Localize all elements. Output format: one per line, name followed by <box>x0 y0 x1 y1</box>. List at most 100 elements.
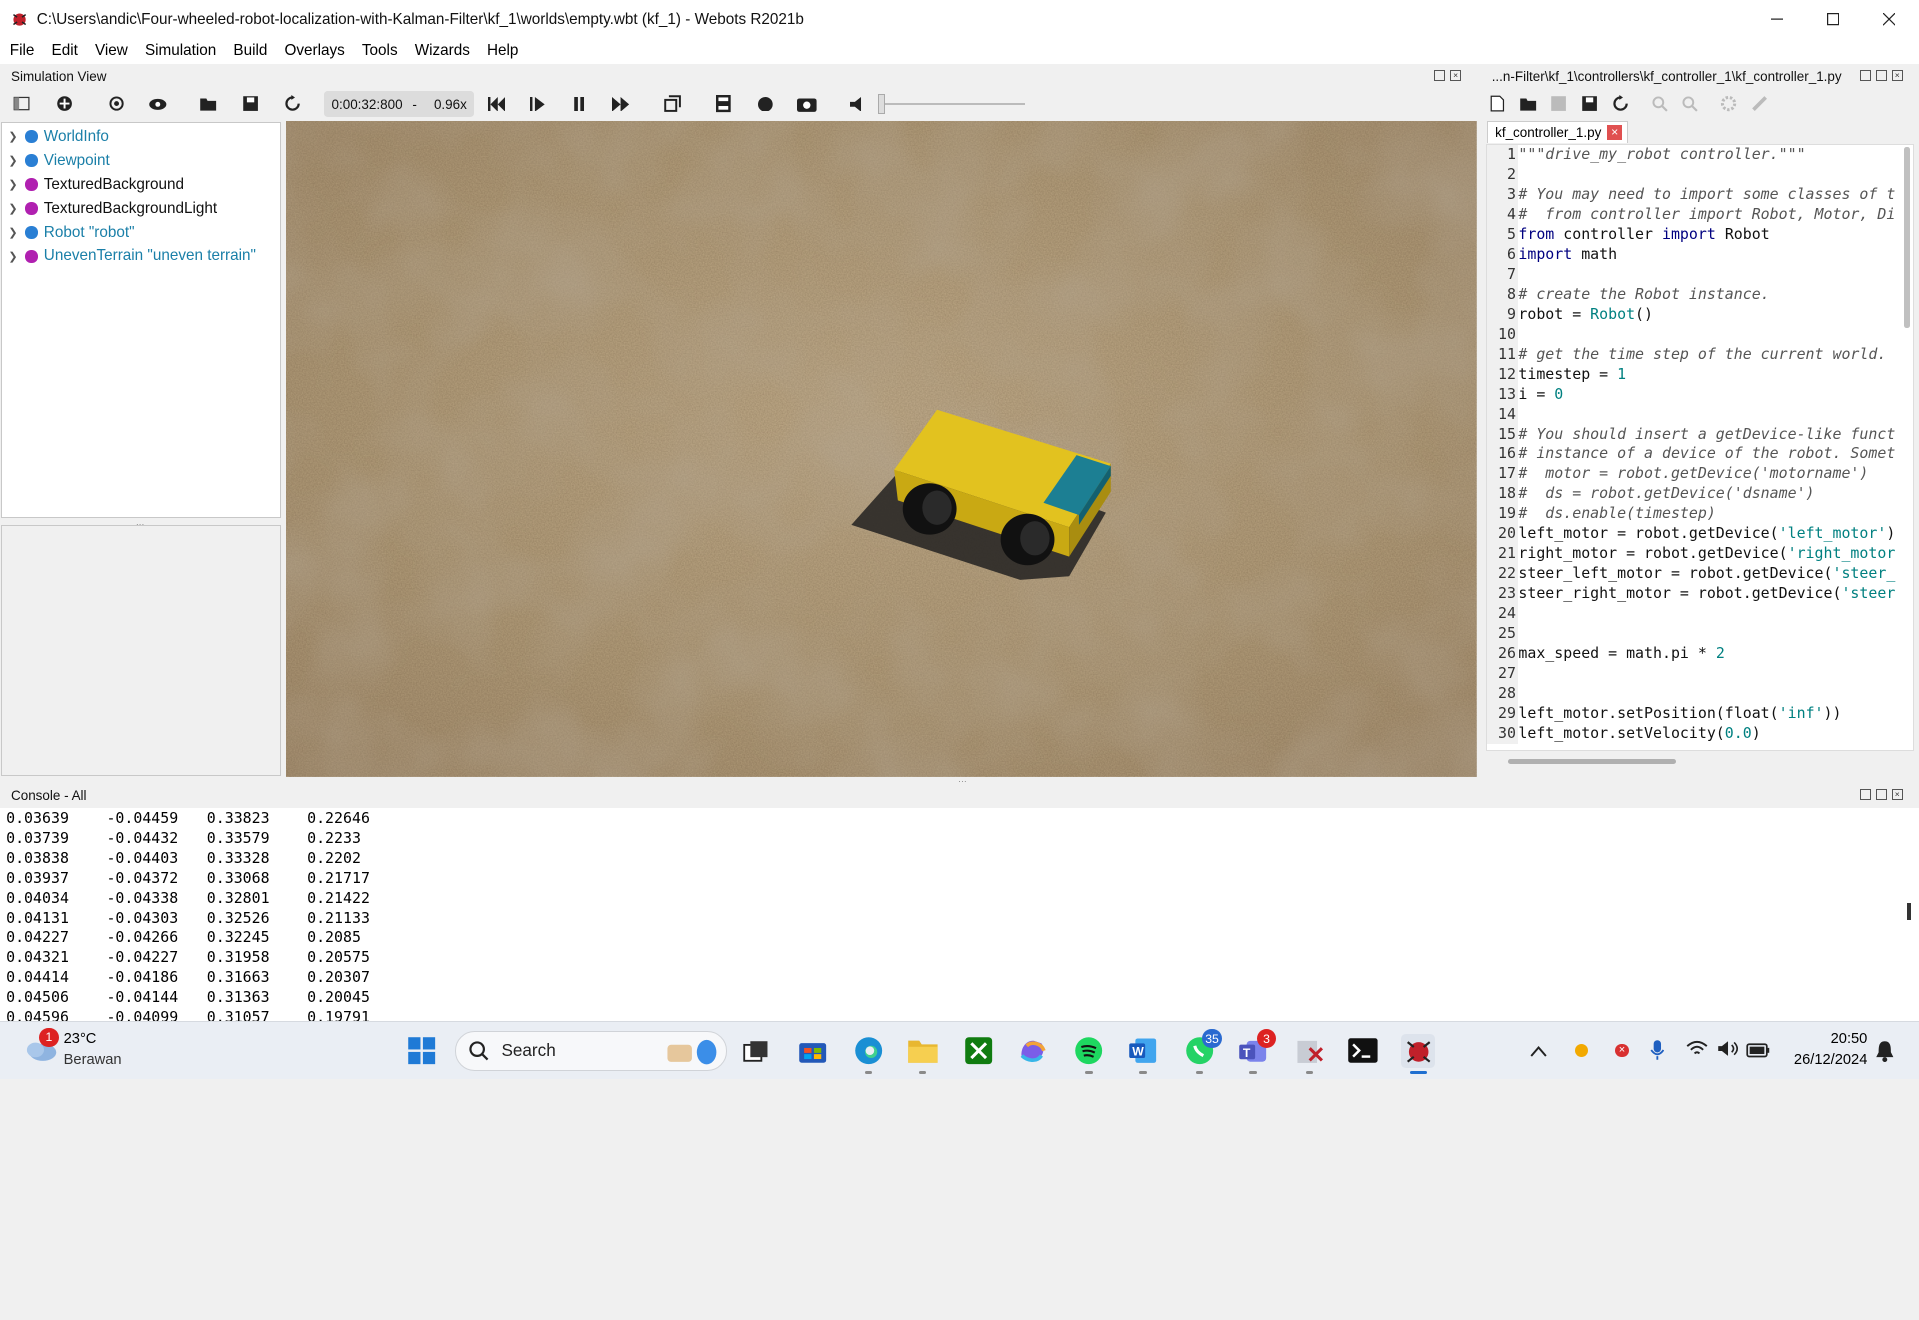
code-line[interactable]: 4 # from controller import Robot, Motor, … <box>1486 205 1913 226</box>
menu-edit[interactable]: Edit <box>42 42 78 60</box>
scene-tree-node[interactable]: ❯ TexturedBackgroundLight <box>2 197 280 221</box>
webots-taskbar-icon[interactable] <box>1401 1033 1436 1075</box>
tab-close-icon[interactable]: × <box>1607 125 1623 140</box>
console-maximize-icon[interactable] <box>1875 789 1887 801</box>
code-line[interactable]: 24 <box>1486 603 1913 624</box>
code-line[interactable]: 13 i = 0 <box>1486 384 1913 405</box>
maximize-button[interactable] <box>1805 0 1861 39</box>
expand-arrow-icon[interactable]: ❯ <box>8 178 20 191</box>
code-line[interactable]: 15 # You should insert a getDevice-like f… <box>1486 424 1913 445</box>
scene-tree-node[interactable]: ❯ WorldInfo <box>2 125 280 149</box>
whatsapp-icon[interactable]: 35 <box>1182 1028 1223 1075</box>
menu-overlays[interactable]: Overlays <box>275 42 345 60</box>
code-line[interactable]: 14 <box>1486 404 1913 425</box>
step-icon[interactable] <box>526 92 550 116</box>
file-explorer-icon[interactable] <box>906 1034 940 1075</box>
film-icon[interactable] <box>712 92 736 116</box>
task-view-icon[interactable] <box>739 1034 773 1068</box>
notification-bell-icon[interactable] <box>1875 1040 1895 1068</box>
editor-float-icon[interactable] <box>1860 69 1872 81</box>
console-output[interactable]: 0.03639 -0.04459 0.33823 0.22646 0.03739 -0.0… <box>0 807 1919 1021</box>
expand-arrow-icon[interactable]: ❯ <box>8 202 20 215</box>
splitter-handle-bottom[interactable]: ··· <box>958 776 967 786</box>
code-line[interactable]: 6 import math <box>1486 245 1913 266</box>
snipping-tool-icon[interactable] <box>1292 1034 1326 1075</box>
code-line[interactable]: 29 left_motor.setPosition(float('inf')) <box>1486 703 1913 724</box>
code-line[interactable]: 16 # instance of a device of the robot. S… <box>1486 444 1913 465</box>
console-scrollbar[interactable] <box>1906 903 1912 921</box>
reset-view-icon[interactable] <box>104 92 128 116</box>
console-dock-buttons[interactable]: × <box>1860 789 1903 801</box>
code-line[interactable]: 25 <box>1486 623 1913 644</box>
code-line[interactable]: 21 right_motor = robot.getDevice('right_m… <box>1486 544 1913 565</box>
scene-tree-node[interactable]: ❯ UnevenTerrain "uneven terrain" <box>2 245 280 269</box>
console-float-icon[interactable] <box>1860 789 1872 801</box>
record-icon[interactable] <box>753 92 777 116</box>
code-line[interactable]: 5 from controller import Robot <box>1486 225 1913 246</box>
close-button[interactable] <box>1861 0 1917 39</box>
console-close-icon[interactable]: × <box>1891 789 1903 801</box>
volume-slider[interactable] <box>877 94 1025 114</box>
teams-icon[interactable]: T 3 <box>1236 1028 1277 1075</box>
volume-icon[interactable] <box>1717 1040 1739 1063</box>
fast-forward-icon[interactable] <box>609 92 633 116</box>
open-file-icon[interactable] <box>1516 92 1540 116</box>
step-back-icon[interactable] <box>484 92 508 116</box>
wifi-icon[interactable] <box>1686 1040 1708 1063</box>
code-line[interactable]: 18 # ds = robot.getDevice('dsname') <box>1486 484 1913 505</box>
microsoft-store-icon[interactable] <box>795 1034 829 1068</box>
code-line[interactable]: 3 # You may need to import some classes o… <box>1486 185 1913 206</box>
pause-icon[interactable] <box>567 92 591 116</box>
code-line[interactable]: 12 timestep = 1 <box>1486 364 1913 385</box>
terminal-icon[interactable] <box>1346 1034 1380 1068</box>
copilot-icon[interactable] <box>1016 1034 1050 1068</box>
code-line[interactable]: 20 left_motor = robot.getDevice('left_mot… <box>1486 524 1913 545</box>
battery-icon[interactable] <box>1746 1041 1770 1064</box>
save-as-icon[interactable] <box>1577 92 1601 116</box>
spotify-icon[interactable] <box>1072 1034 1106 1075</box>
clock-time[interactable]: 20:50 <box>1818 1031 1868 1047</box>
code-line[interactable]: 2 <box>1486 165 1913 186</box>
save-icon[interactable] <box>239 92 263 116</box>
code-line[interactable]: 30 left_motor.setVelocity(0.0) <box>1486 723 1913 744</box>
tab-kf-controller[interactable]: kf_controller_1.py × <box>1486 121 1628 144</box>
build-gear-icon[interactable] <box>1717 92 1741 116</box>
mute-icon[interactable] <box>846 92 870 116</box>
scene-tree-node[interactable]: ❯ TexturedBackground <box>2 173 280 197</box>
3d-viewport[interactable] <box>286 121 1477 778</box>
code-line[interactable]: 9 robot = Robot() <box>1486 304 1913 325</box>
open-folder-icon[interactable] <box>197 92 221 116</box>
camera-icon[interactable] <box>795 92 819 116</box>
sim-dock-buttons[interactable]: × <box>1434 69 1462 81</box>
expand-arrow-icon[interactable]: ❯ <box>8 226 20 239</box>
menu-simulation[interactable]: Simulation <box>135 42 216 60</box>
find-icon[interactable] <box>1647 92 1671 116</box>
editor-dock-buttons[interactable]: × <box>1860 69 1903 81</box>
editor-hscrollbar[interactable] <box>1507 758 1677 764</box>
float-icon[interactable] <box>1434 69 1446 81</box>
toggle-scene-tree-icon[interactable] <box>10 92 34 116</box>
edge-icon[interactable] <box>852 1034 886 1075</box>
tray-app-icon[interactable] <box>1574 1043 1589 1058</box>
menu-help[interactable]: Help <box>477 42 518 60</box>
code-line[interactable]: 7 <box>1486 265 1913 285</box>
scene-tree-node[interactable]: ❯ Viewpoint <box>2 149 280 173</box>
menu-file[interactable]: File <box>0 42 35 60</box>
code-line[interactable]: 8 # create the Robot instance. <box>1486 284 1913 305</box>
menu-view[interactable]: View <box>85 42 128 60</box>
search-box[interactable]: Search <box>455 1031 727 1071</box>
save-file-icon[interactable] <box>1547 92 1571 116</box>
code-editor[interactable]: 1 """drive_my_robot controller.""" 2 3 # You… <box>1485 144 1914 752</box>
menu-wizards[interactable]: Wizards <box>405 42 470 60</box>
revert-icon[interactable] <box>1608 92 1632 116</box>
xbox-icon[interactable] <box>962 1034 996 1068</box>
expand-arrow-icon[interactable]: ❯ <box>8 130 20 143</box>
code-line[interactable]: 28 <box>1486 683 1913 704</box>
volume-slider-handle[interactable] <box>877 94 886 114</box>
reload-icon[interactable] <box>280 92 304 116</box>
code-line[interactable]: 19 # ds.enable(timestep) <box>1486 504 1913 525</box>
new-file-icon[interactable] <box>1486 92 1510 116</box>
code-line[interactable]: 27 <box>1486 663 1913 684</box>
editor-close-icon[interactable]: × <box>1891 69 1903 81</box>
code-line[interactable]: 22 steer_left_motor = robot.getDevice('st… <box>1486 564 1913 585</box>
